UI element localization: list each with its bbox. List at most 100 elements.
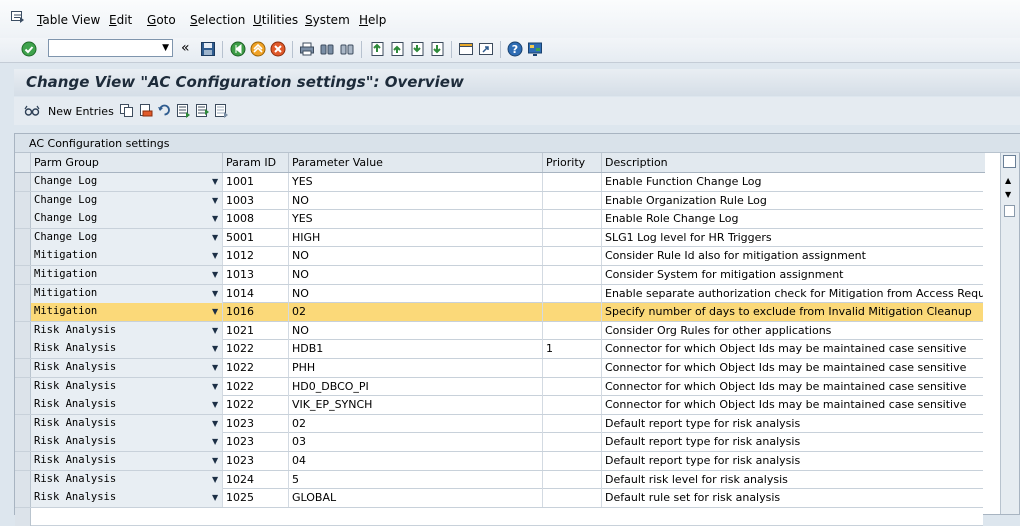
parm-group-cell[interactable]: Risk Analysis [31, 396, 223, 415]
row-selector[interactable] [15, 396, 31, 415]
table-row[interactable]: Risk Analysis ▼ 1021 NO Consider Org Rules f… [15, 321, 983, 341]
parm-group-cell[interactable]: Change Log [31, 173, 223, 191]
table-row[interactable]: Mitigation ▼ 1014 NO Enable separate authori… [15, 284, 983, 304]
menu-help[interactable]: Help [359, 13, 386, 27]
menu-utilities[interactable]: Utilities [253, 13, 298, 27]
menu-goto[interactable]: Goto [147, 13, 176, 27]
table-row[interactable]: Risk Analysis ▼ 1022 HDB1 1 Connector for whi… [15, 340, 983, 359]
parameter-value-cell[interactable]: YES [289, 173, 543, 191]
chevron-down-icon[interactable]: ▼ [212, 247, 218, 264]
system-menu-icon[interactable] [11, 11, 25, 23]
table-settings-icon[interactable] [1003, 155, 1016, 168]
row-selector[interactable] [15, 507, 31, 526]
row-selector[interactable] [15, 452, 31, 470]
row-selector[interactable] [15, 359, 31, 377]
parameter-value-cell[interactable]: GLOBAL [289, 489, 543, 508]
table-row[interactable]: Mitigation ▼ 1016 02 Specify number of days … [15, 303, 983, 322]
row-selector[interactable] [15, 303, 31, 322]
chevron-down-icon[interactable]: ▼ [212, 192, 218, 209]
vertical-scrollbar[interactable]: ▲ ▼ [1000, 153, 1019, 514]
row-selector[interactable] [15, 210, 31, 229]
customize-layout-icon[interactable] [527, 41, 543, 57]
chevron-down-icon[interactable]: ▼ [212, 303, 218, 320]
chevron-down-icon[interactable]: ▼ [212, 322, 218, 339]
column-header-description[interactable]: Description [602, 153, 985, 172]
undo-change-icon[interactable] [157, 103, 172, 118]
column-header-parameter-value[interactable]: Parameter Value [289, 153, 543, 172]
parm-group-cell[interactable]: Risk Analysis [31, 470, 223, 489]
parameter-value-cell[interactable]: NO [289, 284, 543, 303]
parameter-value-cell[interactable]: NO [289, 247, 543, 266]
priority-cell[interactable] [543, 414, 602, 433]
priority-cell[interactable] [543, 452, 602, 470]
row-selector[interactable] [15, 247, 31, 266]
parm-group-cell[interactable]: Risk Analysis [31, 377, 223, 396]
priority-cell[interactable] [543, 247, 602, 266]
menu-table-view[interactable]: Table View [37, 13, 100, 27]
priority-cell[interactable] [543, 173, 602, 191]
parameter-value-cell[interactable]: HDB1 [289, 340, 543, 359]
menu-system[interactable]: System [305, 13, 350, 27]
save-icon[interactable] [200, 41, 216, 57]
table-row[interactable]: Mitigation ▼ 1012 NO Consider Rule Id also f… [15, 247, 983, 266]
chevron-down-icon[interactable]: ▼ [212, 285, 218, 302]
priority-cell[interactable] [543, 321, 602, 340]
table-row[interactable]: Risk Analysis ▼ 1025 GLOBAL Default rule set… [15, 489, 983, 508]
select-block-icon[interactable] [195, 103, 210, 118]
chevron-down-icon[interactable]: ▼ [212, 433, 218, 450]
parm-group-cell[interactable]: Risk Analysis [31, 489, 223, 508]
select-all-rows-button[interactable] [15, 153, 31, 172]
parm-group-cell[interactable]: Mitigation [31, 284, 223, 303]
table-row[interactable]: Change Log ▼ 1008 YES Enable Role Change Log [15, 210, 983, 229]
print-icon[interactable] [299, 41, 315, 57]
parameter-value-cell[interactable]: NO [289, 266, 543, 284]
chevron-down-icon[interactable]: ▼ [212, 173, 218, 190]
table-row[interactable]: Change Log ▼ 5001 HIGH SLG1 Log level for HR… [15, 228, 983, 248]
table-row[interactable]: Change Log ▼ 1001 YES Enable Function Change… [15, 173, 983, 192]
chevron-down-icon[interactable]: ▼ [212, 359, 218, 376]
chevron-down-icon[interactable]: ▼ [212, 396, 218, 413]
parameter-value-cell[interactable]: PHH [289, 359, 543, 377]
row-selector[interactable] [15, 340, 31, 359]
row-selector[interactable] [15, 266, 31, 284]
priority-cell[interactable] [543, 303, 602, 322]
parameter-value-cell[interactable]: HIGH [289, 228, 543, 247]
find-next-icon[interactable] [339, 41, 355, 57]
priority-cell[interactable] [543, 396, 602, 415]
parameter-value-cell[interactable]: 03 [289, 433, 543, 452]
chevron-down-icon[interactable]: ▼ [212, 415, 218, 432]
chevron-down-icon[interactable]: ▼ [212, 378, 218, 395]
chevron-down-icon[interactable]: ▼ [212, 210, 218, 227]
menu-edit[interactable]: Edit [109, 13, 132, 27]
cancel-icon[interactable] [270, 41, 286, 57]
table-row[interactable]: Change Log ▼ 1003 NO Enable Organization Rul… [15, 191, 983, 211]
priority-cell[interactable] [543, 433, 602, 452]
chevron-down-icon[interactable]: ▼ [212, 489, 218, 506]
row-selector[interactable] [15, 470, 31, 489]
parm-group-cell[interactable]: Risk Analysis [31, 433, 223, 452]
row-selector[interactable] [15, 433, 31, 452]
column-header-priority[interactable]: Priority [543, 153, 602, 172]
scroll-thumb[interactable] [1004, 205, 1015, 217]
priority-cell[interactable] [543, 228, 602, 247]
row-selector[interactable] [15, 321, 31, 340]
parm-group-cell[interactable]: Change Log [31, 210, 223, 229]
priority-cell[interactable] [543, 359, 602, 377]
collapse-icon[interactable]: « [181, 40, 190, 56]
scroll-down-icon[interactable]: ▼ [1005, 190, 1011, 199]
table-row[interactable]: Risk Analysis ▼ 1024 5 Default risk level fo… [15, 470, 983, 490]
parm-group-cell[interactable]: Risk Analysis [31, 414, 223, 433]
parameter-value-cell[interactable]: YES [289, 210, 543, 229]
row-selector[interactable] [15, 173, 31, 191]
priority-cell[interactable] [543, 377, 602, 396]
priority-cell[interactable] [543, 210, 602, 229]
priority-cell[interactable] [543, 489, 602, 508]
row-selector[interactable] [15, 228, 31, 247]
back-icon[interactable] [230, 41, 246, 57]
table-row[interactable]: Risk Analysis ▼ 1022 PHH Connector for which… [15, 359, 983, 378]
column-header-parm-group[interactable]: Parm Group [31, 153, 223, 172]
parm-group-cell[interactable]: Mitigation [31, 303, 223, 322]
column-header-param-id[interactable]: Param ID [223, 153, 289, 172]
parm-group-cell[interactable]: Mitigation [31, 266, 223, 284]
select-all-icon[interactable] [176, 103, 191, 118]
